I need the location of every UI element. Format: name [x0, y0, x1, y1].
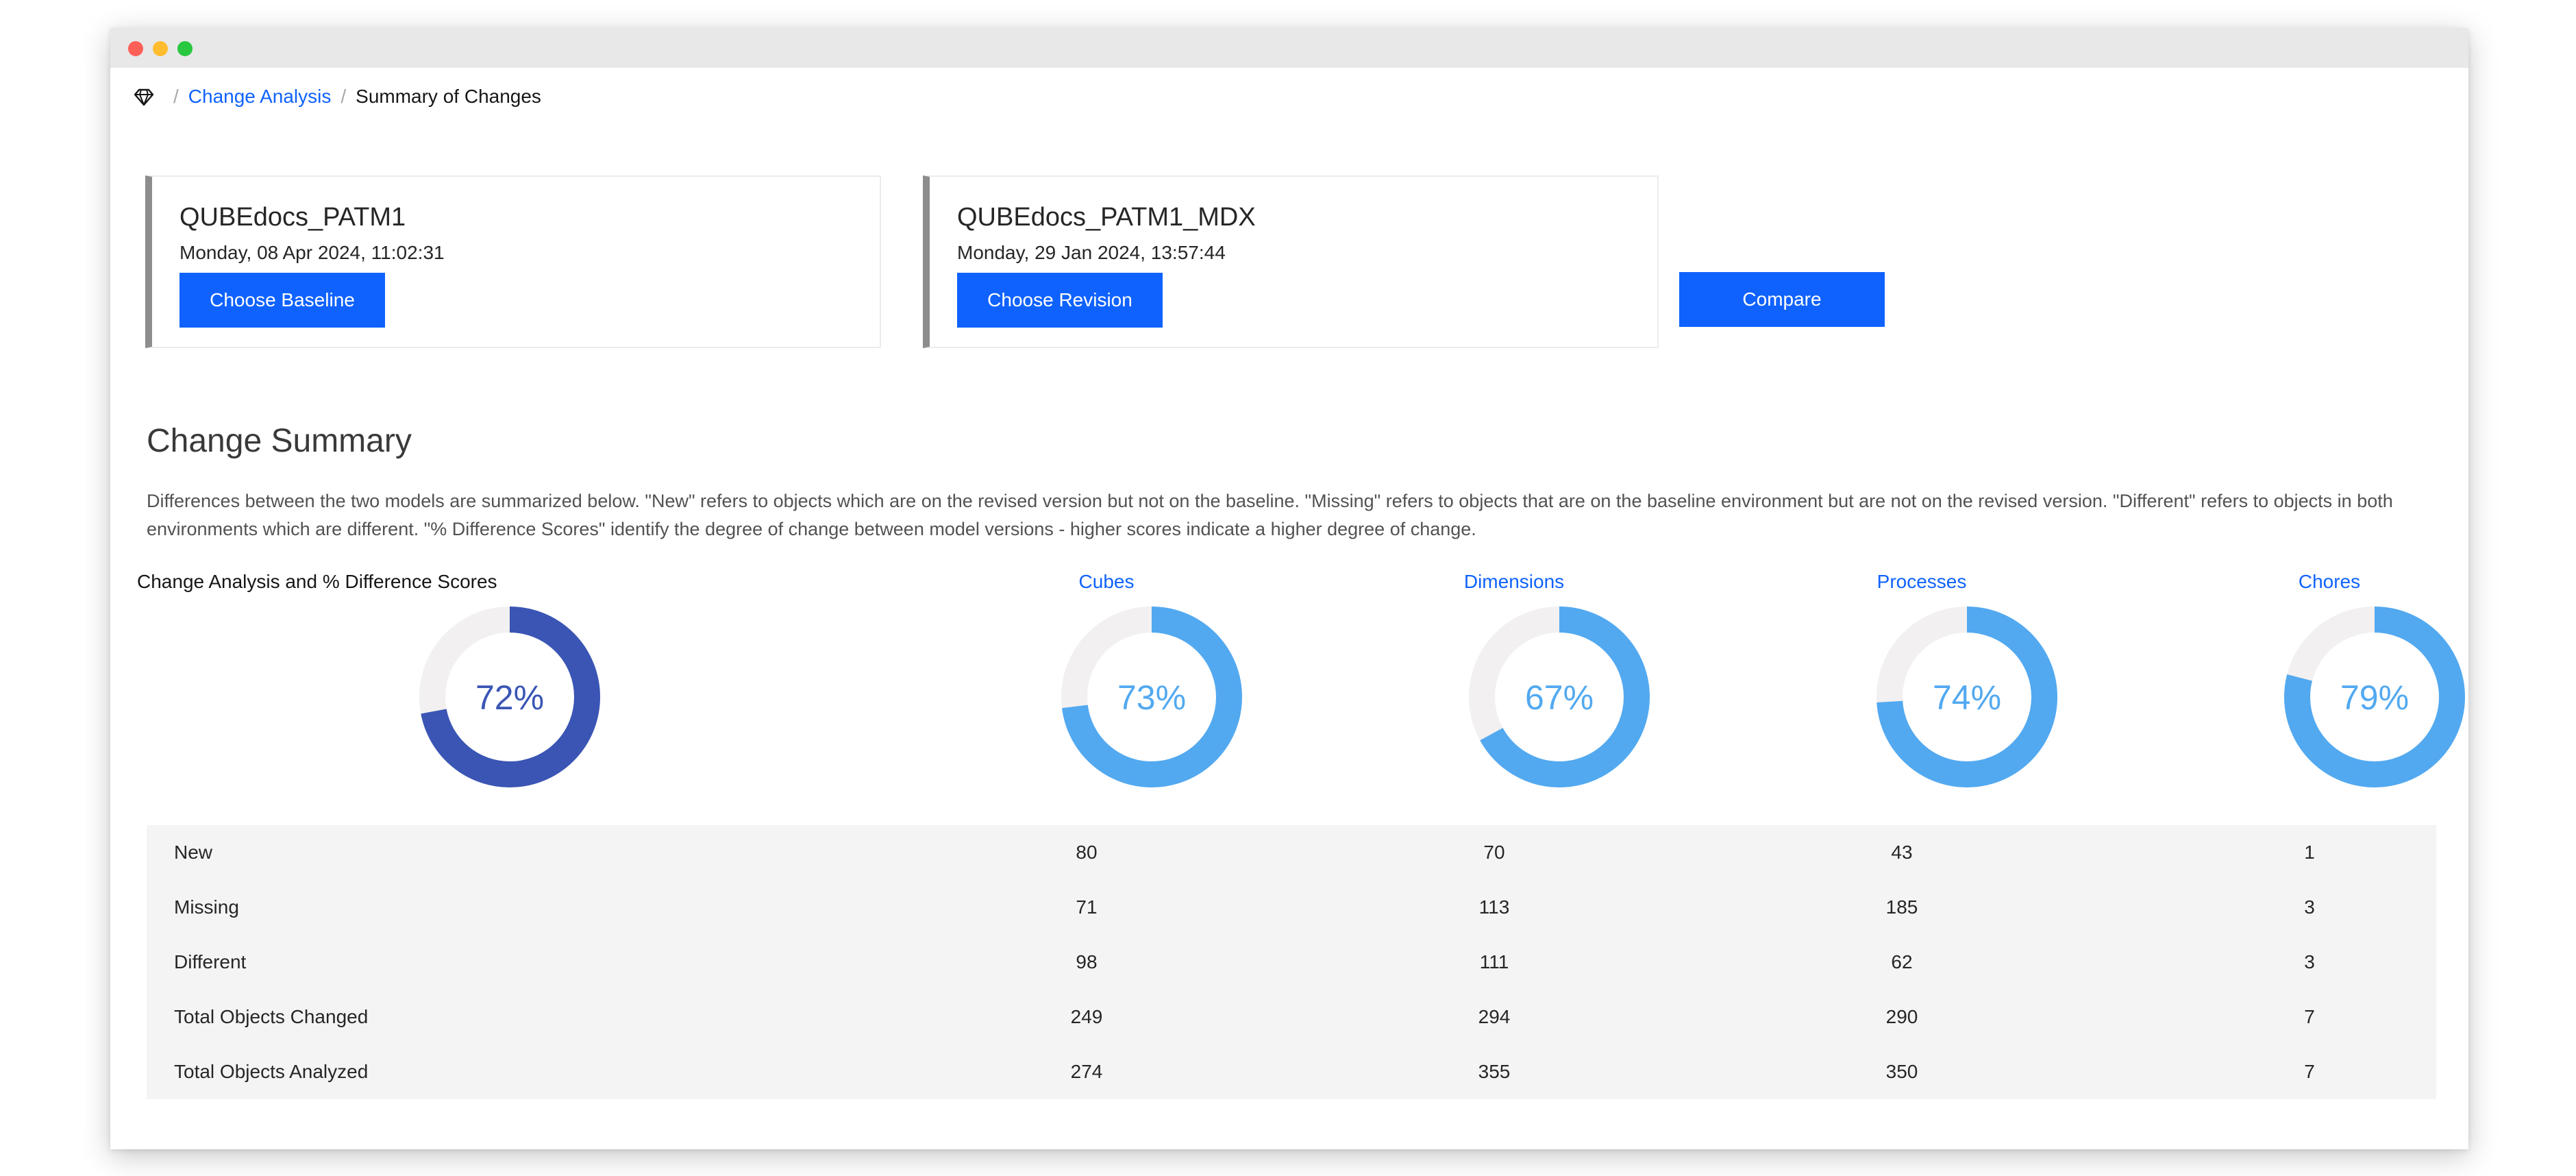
chart-cubes: Cubes 73%: [942, 571, 1271, 797]
donut-percent-label: 79%: [2340, 678, 2409, 717]
table-cell: 7: [2304, 1006, 2315, 1027]
baseline-model-name: QUBEdocs_PATM1: [179, 203, 406, 232]
breadcrumb-change-analysis-link[interactable]: Change Analysis: [188, 86, 332, 108]
row-label: Total Objects Changed: [174, 1006, 369, 1027]
chart-title[interactable]: Chores: [2165, 571, 2468, 593]
table-row: Missing 71 113 185 3: [147, 880, 2436, 935]
donut-chart: 79%: [2284, 607, 2465, 787]
chart-title[interactable]: Cubes: [942, 571, 1271, 593]
table-cell: 111: [1479, 951, 1509, 972]
table-cell: 274: [1070, 1061, 1103, 1082]
minimize-window-button[interactable]: [153, 41, 168, 56]
row-label: Different: [174, 951, 247, 972]
chart-chores: Chores 79%: [2165, 571, 2468, 797]
chart-change-analysis-and-difference-scores: Change Analysis and % Difference Scores 7…: [137, 571, 630, 797]
choose-baseline-button[interactable]: Choose Baseline: [179, 273, 385, 328]
table-cell: 294: [1478, 1006, 1511, 1027]
table-cell: 7: [2304, 1061, 2315, 1082]
baseline-date: Monday, 08 Apr 2024, 11:02:31: [179, 242, 445, 263]
donut-chart: 72%: [419, 607, 600, 787]
table-row: Different 98 111 62 3: [147, 935, 2436, 990]
table-row: New 80 70 43 1: [147, 825, 2436, 880]
table-cell: 70: [1483, 842, 1505, 863]
table-cell: 249: [1070, 1006, 1103, 1027]
chart-title[interactable]: Dimensions: [1350, 571, 1679, 593]
revision-date: Monday, 29 Jan 2024, 13:57:44: [957, 242, 1226, 263]
chart-dimensions: Dimensions 67%: [1350, 571, 1679, 797]
window-titlebar: [110, 28, 2468, 68]
row-label: New: [174, 842, 213, 863]
table-cell: 98: [1076, 951, 1098, 972]
row-label: Missing: [174, 896, 239, 918]
app-window: / Change Analysis / Summary of Changes Q…: [110, 28, 2468, 1149]
breadcrumb-separator: /: [173, 86, 179, 107]
chart-title: Change Analysis and % Difference Scores: [137, 571, 497, 592]
table-cell: 43: [1891, 842, 1913, 863]
donut-percent-label: 74%: [1933, 678, 2001, 717]
donut-percent-label: 73%: [1117, 678, 1186, 717]
table-cell: 350: [1885, 1061, 1918, 1082]
maximize-window-button[interactable]: [177, 41, 193, 56]
change-summary-table: New 80 70 43 1 Missing 71 113 185 3 Different 98 111…: [147, 825, 2436, 1099]
breadcrumb-separator: /: [340, 86, 347, 107]
gem-icon[interactable]: [134, 86, 154, 107]
donut-chart: 67%: [1469, 607, 1650, 787]
table-cell: 71: [1076, 896, 1098, 918]
chart-title[interactable]: Processes: [1757, 571, 2086, 593]
breadcrumb-current-page: Summary of Changes: [356, 86, 541, 107]
change-summary-description: Differences between the two models are s…: [147, 491, 2393, 539]
chart-processes: Processes 74%: [1757, 571, 2086, 797]
donut-percent-label: 72%: [475, 678, 544, 717]
table-cell: 355: [1478, 1061, 1511, 1082]
donut-chart: 74%: [1877, 607, 2057, 787]
table-cell: 113: [1478, 896, 1510, 918]
close-window-button[interactable]: [128, 41, 143, 56]
breadcrumb: / Change Analysis / Summary of Changes: [134, 83, 541, 110]
row-label: Total Objects Analyzed: [174, 1061, 369, 1082]
table-row: Total Objects Analyzed 274 355 350 7: [147, 1044, 2436, 1099]
revision-model-name: QUBEdocs_PATM1_MDX: [957, 203, 1256, 232]
choose-revision-button[interactable]: Choose Revision: [957, 273, 1163, 328]
change-summary-title: Change Summary: [147, 423, 412, 459]
table-cell: 3: [2304, 951, 2315, 972]
table-cell: 62: [1891, 951, 1913, 972]
donut-chart: 73%: [1061, 607, 1242, 787]
table-cell: 1: [2304, 842, 2315, 863]
baseline-card: QUBEdocs_PATM1 Monday, 08 Apr 2024, 11:0…: [145, 175, 881, 348]
revision-card: QUBEdocs_PATM1_MDX Monday, 29 Jan 2024, …: [923, 175, 1659, 348]
table-cell: 3: [2304, 896, 2315, 918]
table-cell: 80: [1076, 842, 1098, 863]
donut-percent-label: 67%: [1525, 678, 1594, 717]
table-cell: 185: [1885, 896, 1918, 918]
table-cell: 290: [1885, 1006, 1918, 1027]
table-row: Total Objects Changed 249 294 290 7: [147, 990, 2436, 1044]
compare-button[interactable]: Compare: [1679, 272, 1885, 327]
